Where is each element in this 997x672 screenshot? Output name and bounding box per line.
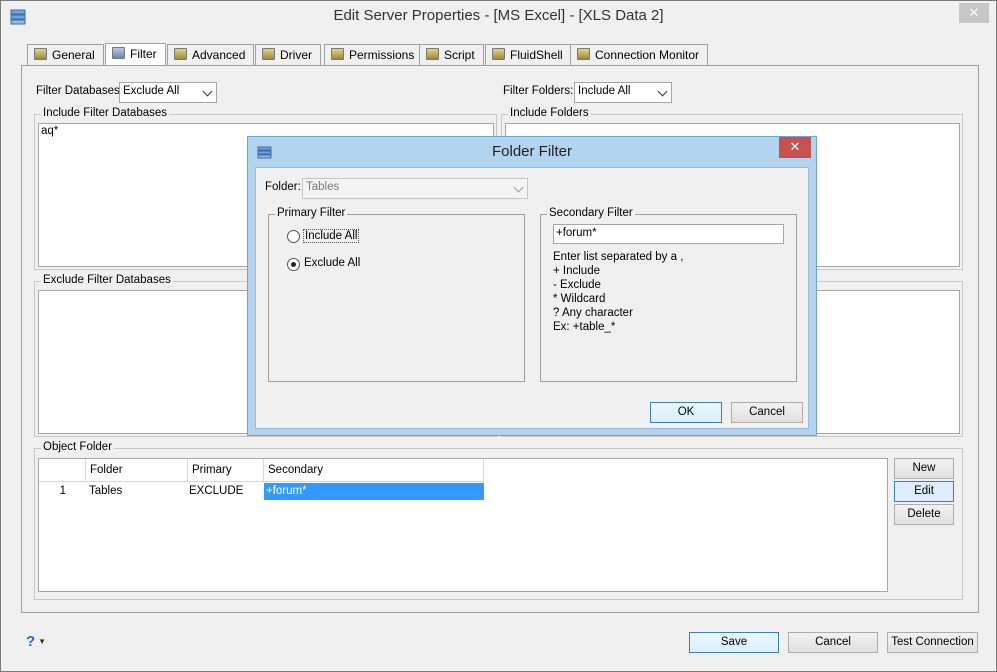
secondary-filter-help: Enter list separated by a , + Include - … [553, 250, 683, 334]
cell-secondary[interactable]: +forum* [264, 483, 484, 500]
include-filter-databases-legend: Include Filter Databases [41, 107, 170, 119]
column-header-secondary[interactable]: Secondary [264, 459, 484, 482]
help-line: Ex: +table_* [553, 321, 616, 333]
table-corner-header [39, 459, 86, 482]
cell-folder[interactable]: Tables [87, 483, 188, 500]
tab-connection-monitor[interactable]: Connection Monitor [570, 44, 709, 66]
tab-driver[interactable]: Driver [255, 44, 321, 66]
tab-fluidshell[interactable]: FluidShell [485, 44, 572, 66]
cancel-button[interactable]: Cancel [788, 632, 878, 653]
exclude-all-radio[interactable] [287, 258, 300, 271]
save-button[interactable]: Save [689, 632, 779, 653]
column-header-folder[interactable]: Folder [86, 459, 188, 482]
fluidshell-icon [492, 48, 505, 60]
help-line: ? Any character [553, 307, 633, 319]
secondary-filter-legend: Secondary Filter [547, 207, 635, 219]
test-connection-button[interactable]: Test Connection [887, 632, 978, 653]
driver-icon [262, 48, 275, 60]
secondary-filter-input[interactable]: +forum* [553, 224, 784, 244]
folder-label: Folder: [265, 181, 301, 193]
folder-filter-dialog: Folder Filter ✕ Folder: Tables Primary F… [247, 136, 817, 436]
chevron-down-icon [202, 86, 213, 97]
tab-script[interactable]: Script [419, 44, 484, 66]
title-bar: Edit Server Properties - [MS Excel] - [X… [1, 1, 996, 33]
permissions-icon [331, 48, 344, 60]
ok-button[interactable]: OK [650, 402, 722, 423]
tab-permissions[interactable]: Permissions [324, 44, 424, 66]
new-button[interactable]: New [894, 458, 954, 479]
help-line: + Include [553, 265, 600, 277]
folder-select[interactable]: Tables [302, 178, 528, 199]
cell-primary[interactable]: EXCLUDE [187, 483, 264, 500]
close-icon: ✕ [789, 139, 801, 154]
column-header-primary[interactable]: Primary [188, 459, 264, 482]
include-all-radio[interactable] [287, 230, 300, 243]
object-folder-legend: Object Folder [41, 441, 115, 453]
help-line: Enter list separated by a , [553, 251, 684, 263]
chevron-down-icon [513, 182, 524, 193]
row-number: 1 [59, 485, 66, 497]
exclude-all-label[interactable]: Exclude All [304, 257, 360, 269]
window-title: Edit Server Properties - [MS Excel] - [X… [333, 7, 664, 24]
filter-databases-label: Filter Databases [36, 85, 120, 97]
script-icon [426, 48, 439, 60]
filter-databases-select[interactable]: Exclude All [119, 82, 217, 103]
window-close-button[interactable]: ✕ [959, 3, 989, 23]
help-line: * Wildcard [553, 293, 606, 305]
general-icon [34, 48, 47, 60]
chevron-down-icon: ▼ [38, 637, 47, 646]
filter-icon [112, 47, 125, 59]
connection-monitor-icon [577, 48, 590, 60]
filter-folders-select[interactable]: Include All [574, 82, 672, 103]
advanced-icon [174, 48, 187, 60]
help-line: - Exclude [553, 279, 601, 291]
dialog-body: Folder: Tables Primary Filter Include Al… [255, 167, 809, 429]
help-icon: ? [26, 633, 36, 650]
help-menu-button[interactable]: ? ▼ [26, 633, 46, 650]
dialog-cancel-button[interactable]: Cancel [731, 402, 803, 423]
include-all-label[interactable]: Include All [303, 229, 360, 243]
primary-filter-legend: Primary Filter [275, 207, 348, 219]
dialog-close-button[interactable]: ✕ [779, 137, 811, 158]
chevron-down-icon [657, 86, 668, 97]
tab-general[interactable]: General [27, 44, 104, 66]
include-folders-legend: Include Folders [508, 107, 591, 119]
tab-advanced[interactable]: Advanced [167, 44, 255, 66]
edit-button[interactable]: Edit [894, 481, 954, 502]
dialog-title: Folder Filter [491, 143, 573, 160]
object-folder-table[interactable]: Folder Primary Secondary 1 Tables EXCLUD… [38, 458, 888, 592]
delete-button[interactable]: Delete [894, 504, 954, 525]
exclude-filter-databases-legend: Exclude Filter Databases [41, 274, 173, 286]
tab-filter[interactable]: Filter [105, 43, 166, 67]
filter-folders-label: Filter Folders: [503, 85, 574, 97]
